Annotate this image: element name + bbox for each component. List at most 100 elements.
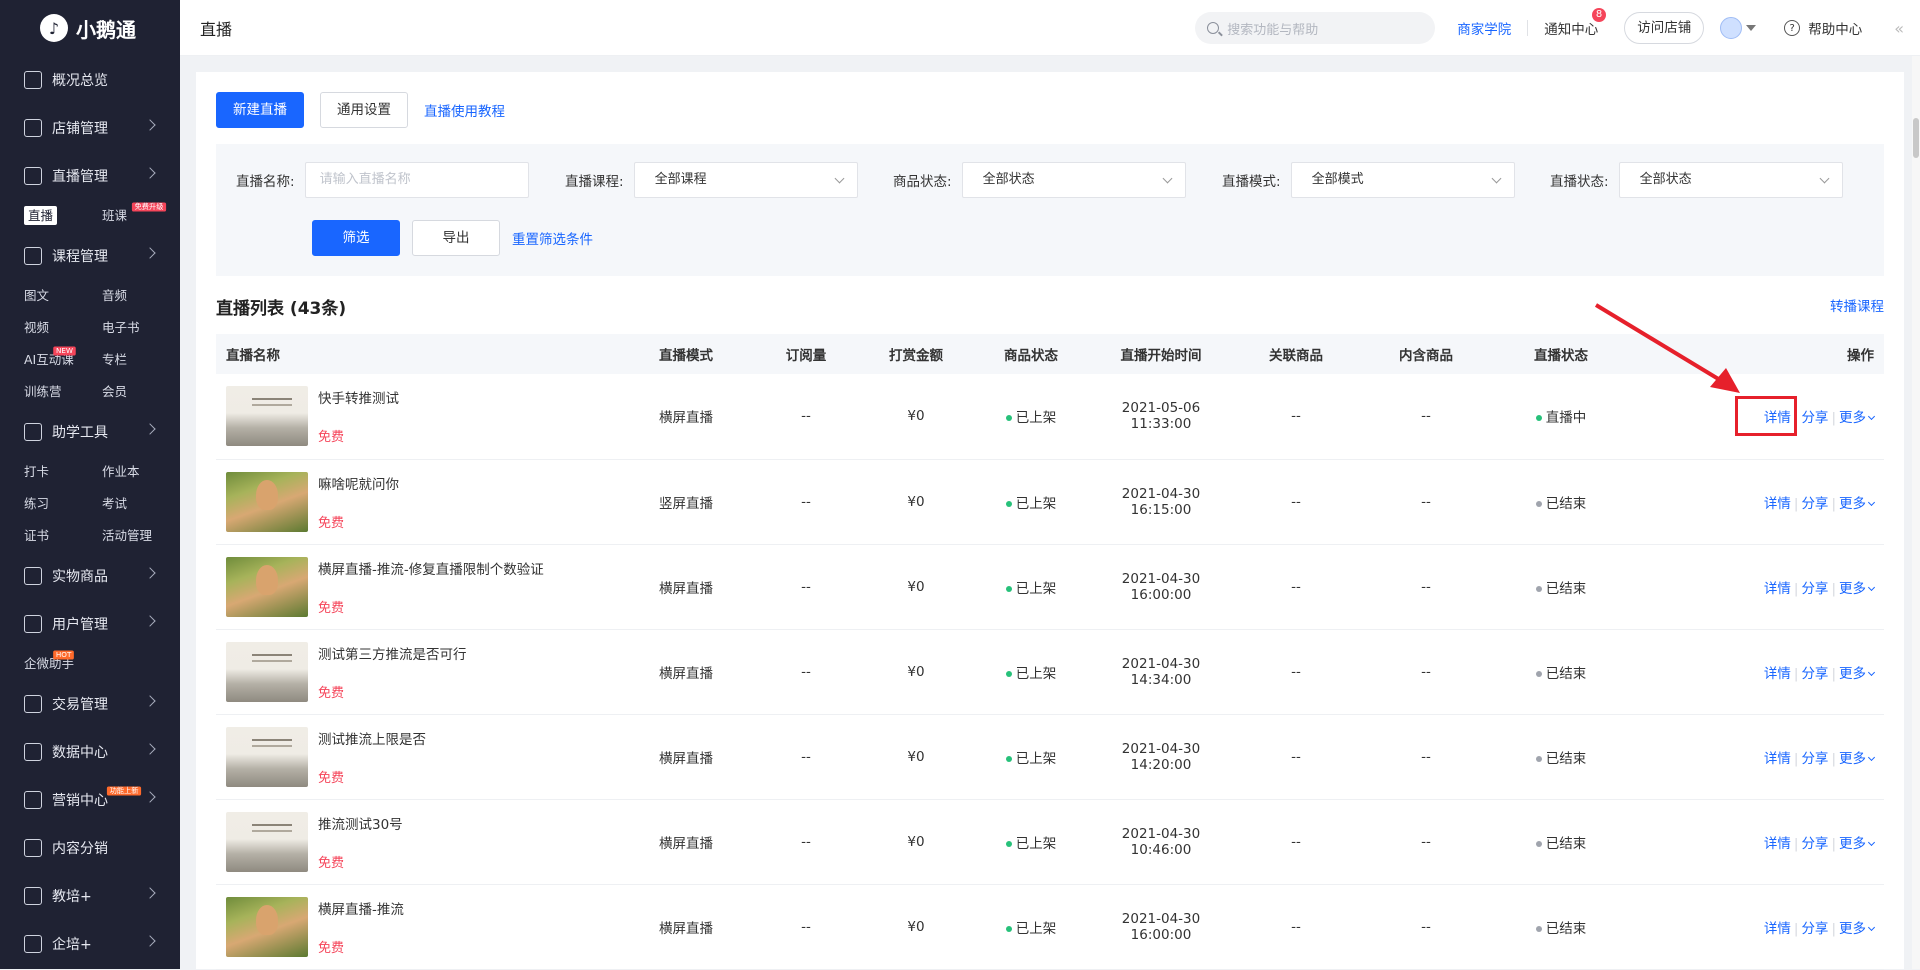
detail-link[interactable]: 详情 [1764,921,1791,937]
sidebar-subitem[interactable]: 视频 [24,312,102,344]
sidebar-subitem[interactable]: 作业本 [102,456,180,488]
new-live-button[interactable]: 新建直播 [216,92,304,128]
live-name[interactable]: 测试推流上限是否 [318,728,426,748]
sidebar-subitem[interactable]: 活动管理 [102,520,180,552]
avatar[interactable] [1720,17,1743,39]
sidebar-subitem[interactable]: 企微助手 HOT [24,648,102,680]
sidebar-item-trade[interactable]: 交易管理 [0,680,180,728]
help-center-link[interactable]: ? 帮助中心 [1784,18,1862,38]
chevron-down-icon [1162,173,1173,184]
share-link[interactable]: 分享 [1801,751,1828,767]
transfer-course-link[interactable]: 转播课程 [1830,295,1884,315]
sidebar-subitem[interactable]: 证书 [24,520,102,552]
more-link[interactable]: 更多 [1839,920,1876,937]
live-thumbnail[interactable] [226,811,308,872]
more-link[interactable]: 更多 [1839,666,1876,682]
chevron-right-icon [144,791,156,803]
live-name[interactable]: 横屏直播-推流 [318,898,404,918]
sidebar-item-enterprise[interactable]: 企培+ [0,920,180,968]
more-link[interactable]: 更多 [1839,581,1876,597]
sidebar-item-user[interactable]: 用户管理 [0,600,180,648]
sidebar-item-goods[interactable]: 实物商品 [0,552,180,600]
sidebar-item-toolbox[interactable]: 助学工具 [0,408,180,456]
sidebar-item-marketing[interactable]: 营销中心 功能上新 [0,776,180,824]
collapse-icon[interactable]: « [1894,19,1904,38]
live-name[interactable]: 推流测试30号 [318,813,403,833]
notification-center-link[interactable]: 通知中心 8 [1544,8,1607,38]
sidebar-subitem[interactable]: 练习 [24,488,102,520]
goods-status-text: 已上架 [1015,495,1057,512]
general-settings-button[interactable]: 通用设置 [320,92,408,128]
cell-operations: 详情 | 分享 | 更多 [1626,714,1884,800]
live-thumbnail[interactable] [226,386,308,447]
more-link[interactable]: 更多 [1839,751,1876,767]
sidebar-subitem[interactable]: 考试 [102,488,180,520]
share-link[interactable]: 分享 [1801,410,1828,426]
tutorial-link[interactable]: 直播使用教程 [424,100,505,120]
sidebar-subitem[interactable]: 训练营 [24,376,102,408]
sidebar-subitem[interactable]: 会员 [102,376,180,408]
live-thumbnail[interactable] [226,896,308,957]
page-title: 直播 [200,19,233,39]
live-name[interactable]: 快手转推测试 [318,387,399,407]
share-link[interactable]: 分享 [1801,496,1828,512]
marketing-icon [24,791,42,809]
visit-store-button[interactable]: 访问店铺 [1624,12,1705,44]
live-name[interactable]: 测试第三方推流是否可行 [318,643,467,663]
export-button[interactable]: 导出 [412,220,500,256]
start-date: 2021-04-30 [1121,825,1201,842]
share-link[interactable]: 分享 [1801,836,1828,852]
share-link[interactable]: 分享 [1801,921,1828,937]
live-thumbnail[interactable] [226,641,308,702]
sidebar-subitem[interactable]: AI互动课 NEW [24,344,102,376]
merchant-academy-link[interactable]: 商家学院 [1457,18,1511,38]
detail-link[interactable]: 详情 [1764,751,1791,767]
sidebar-subitem[interactable]: 班课 免费升级 [102,200,180,232]
goods-status-select[interactable]: 全部状态 [961,162,1186,198]
live-name-block: 横屏直播-推流 免费 [318,898,404,956]
sidebar-subitem[interactable]: 电子书 [102,312,180,344]
filter-course: 直播课程: 全部课程 [565,162,858,198]
search-input[interactable]: 搜索功能与帮助 [1195,12,1436,44]
sidebar-item-edu[interactable]: 教培+ [0,872,180,920]
live-name[interactable]: 横屏直播-推流-修复直播限制个数验证 [318,558,544,578]
sidebar-subitem[interactable]: 音频 [102,280,180,312]
detail-link[interactable]: 详情 [1764,581,1791,597]
share-link[interactable]: 分享 [1801,581,1828,597]
detail-link[interactable]: 详情 [1764,836,1791,852]
sidebar-subitem[interactable]: 图文 [24,280,102,312]
chevron-down-icon[interactable] [1746,25,1757,31]
more-label: 更多 [1839,920,1866,937]
sidebar-subitem[interactable]: 直播 [24,200,102,232]
search-icon [1207,22,1220,34]
scrollbar-thumb[interactable] [1913,118,1919,158]
share-link[interactable]: 分享 [1801,666,1828,682]
live-thumbnail[interactable] [226,726,308,787]
sidebar-item-data[interactable]: 数据中心 [0,728,180,776]
detail-link[interactable]: 详情 [1764,666,1791,682]
live-name[interactable]: 嘛啥呢就问你 [318,473,399,493]
sidebar-item-course[interactable]: 课程管理 [0,232,180,280]
sidebar-item-overview[interactable]: 概况总览 [0,56,180,104]
sidebar-item-distribution[interactable]: 内容分销 [0,824,180,872]
sidebar-subitem[interactable]: 专栏 [102,344,180,376]
cell-subscriptions: -- [756,374,856,460]
filter-button[interactable]: 筛选 [312,220,400,256]
mode-select[interactable]: 全部模式 [1290,162,1515,198]
reset-filter-link[interactable]: 重置筛选条件 [512,228,593,248]
live-status-select[interactable]: 全部状态 [1618,162,1843,198]
scrollbar[interactable] [1912,56,1920,969]
live-thumbnail[interactable] [226,471,308,532]
detail-link[interactable]: 详情 [1764,496,1791,512]
course-select[interactable]: 全部课程 [633,162,858,198]
live-name-input[interactable]: 请输入直播名称 [304,162,529,198]
sidebar-subitem[interactable]: 打卡 [24,456,102,488]
live-thumbnail[interactable] [226,556,308,617]
app-logo[interactable]: ♪ 小鹅通 [0,0,180,56]
sidebar-item-store[interactable]: 店铺管理 [0,104,180,152]
more-link[interactable]: 更多 [1839,836,1876,852]
status-badge: 已结束 [1545,580,1587,597]
more-link[interactable]: 更多 [1839,410,1876,426]
sidebar-item-live[interactable]: 直播管理 [0,152,180,200]
more-link[interactable]: 更多 [1839,496,1876,512]
